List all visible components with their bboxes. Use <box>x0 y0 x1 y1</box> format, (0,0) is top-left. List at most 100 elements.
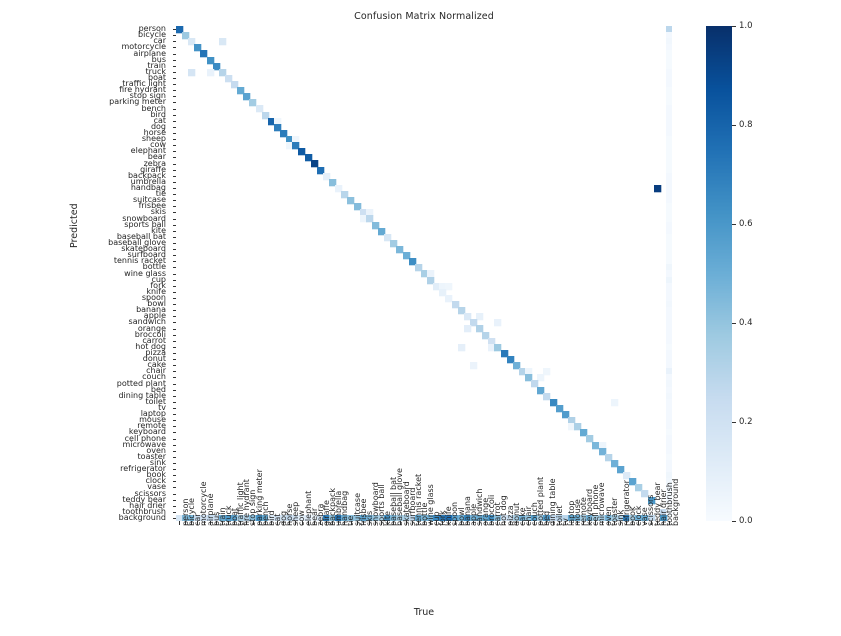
y-tick-mark <box>172 59 176 61</box>
y-tick-mark <box>172 328 176 330</box>
y-tick-mark <box>172 126 176 128</box>
y-tick-mark <box>172 77 176 79</box>
y-tick-mark <box>172 444 176 446</box>
confusion-matrix-heatmap <box>176 26 672 521</box>
y-tick-mark <box>172 47 176 49</box>
colorbar-tick-label: 0.4 <box>739 317 753 328</box>
y-tick-mark <box>172 493 176 495</box>
colorbar-tick-mark <box>732 422 736 423</box>
y-tick-mark <box>172 212 176 214</box>
y-tick-mark <box>172 236 176 238</box>
y-tick-mark <box>172 206 176 208</box>
y-tick-mark <box>172 505 176 507</box>
colorbar-tick-label: 0.0 <box>739 515 753 526</box>
y-tick-mark <box>172 371 176 373</box>
y-tick-mark <box>172 65 176 67</box>
y-tick-mark <box>172 175 176 177</box>
y-tick-mark <box>172 194 176 196</box>
y-tick-mark <box>172 365 176 367</box>
y-tick-mark <box>172 340 176 342</box>
y-tick-mark <box>172 359 176 361</box>
y-tick-mark <box>172 285 176 287</box>
y-tick-mark <box>172 334 176 336</box>
colorbar-tick-label: 1.0 <box>739 20 753 31</box>
y-tick-mark <box>172 96 176 98</box>
y-tick-mark <box>172 157 176 159</box>
y-tick-mark <box>172 352 176 354</box>
colorbar-tick-labels: 0.0 0.2 0.4 0.6 0.8 1.0 <box>732 22 772 525</box>
y-tick-mark <box>172 475 176 477</box>
y-tick-mark <box>172 395 176 397</box>
colorbar-tick-mark <box>732 26 736 27</box>
y-tick-mark <box>172 462 176 464</box>
y-tick-mark <box>172 151 176 153</box>
y-tick-mark <box>172 389 176 391</box>
y-tick-mark <box>172 187 176 189</box>
y-tick-mark <box>172 102 176 104</box>
y-tick-mark <box>172 35 176 37</box>
matrix-plot-area <box>176 26 672 521</box>
y-tick-mark <box>172 517 176 519</box>
y-tick-mark <box>172 511 176 513</box>
y-axis-tick-marks <box>172 26 176 521</box>
y-tick-mark <box>172 53 176 55</box>
colorbar-tick-label: 0.2 <box>739 416 753 427</box>
y-tick-mark <box>172 71 176 73</box>
y-tick-mark <box>172 273 176 275</box>
y-tick-mark <box>172 426 176 428</box>
y-tick-mark <box>172 84 176 86</box>
y-tick-mark <box>172 249 176 251</box>
y-tick-mark <box>172 224 176 226</box>
y-tick-mark <box>172 469 176 471</box>
y-tick-mark <box>172 139 176 141</box>
y-tick-mark <box>172 132 176 134</box>
y-tick-mark <box>172 499 176 501</box>
x-axis-tick-labels: person bicycle car motorcycle airplane bus tra… <box>176 468 680 604</box>
colorbar-gradient <box>706 26 732 521</box>
x-axis-title: True <box>413 607 435 618</box>
y-tick-mark <box>172 456 176 458</box>
y-tick-mark <box>172 310 176 312</box>
y-tick-mark <box>172 487 176 489</box>
y-tick-mark <box>172 346 176 348</box>
y-tick-mark <box>172 163 176 165</box>
colorbar <box>706 26 732 521</box>
y-tick-mark <box>172 90 176 92</box>
y-tick-mark <box>172 481 176 483</box>
y-tick-mark <box>172 401 176 403</box>
y-axis-tick-labels: person bicycle car motorcycle airplane bus tra… <box>0 25 172 522</box>
colorbar-tick-label: 0.6 <box>739 218 753 229</box>
x-tick-mark <box>179 521 181 525</box>
page-title: Confusion Matrix Normalized <box>354 11 494 22</box>
y-tick-mark <box>172 450 176 452</box>
y-tick-mark <box>172 169 176 171</box>
y-tick-mark <box>172 108 176 110</box>
colorbar-tick-mark <box>732 521 736 522</box>
confusion-matrix-figure: Confusion Matrix Normalized person bicycl… <box>0 0 841 636</box>
y-tick-mark <box>172 145 176 147</box>
y-tick-mark <box>172 291 176 293</box>
colorbar-tick-mark <box>732 125 736 126</box>
colorbar-tick-mark <box>732 323 736 324</box>
y-tick-mark <box>172 304 176 306</box>
y-tick-mark <box>172 255 176 257</box>
y-tick-mark <box>172 261 176 263</box>
y-tick-mark <box>172 322 176 324</box>
y-tick-mark <box>172 438 176 440</box>
y-tick-mark <box>172 383 176 385</box>
y-tick-mark <box>172 316 176 318</box>
y-tick-mark <box>172 414 176 416</box>
y-tick-mark <box>172 267 176 269</box>
colorbar-tick-mark <box>732 224 736 225</box>
y-tick-label: background <box>118 512 166 522</box>
y-tick-mark <box>172 242 176 244</box>
y-tick-mark <box>172 120 176 122</box>
y-tick-mark <box>172 218 176 220</box>
x-tick-label: background <box>670 478 680 526</box>
colorbar-tick-label: 0.8 <box>739 119 753 130</box>
y-tick-mark <box>172 181 176 183</box>
y-tick-mark <box>172 279 176 281</box>
y-axis-title: Predicted <box>69 203 80 248</box>
y-tick-mark <box>172 432 176 434</box>
y-tick-mark <box>172 297 176 299</box>
